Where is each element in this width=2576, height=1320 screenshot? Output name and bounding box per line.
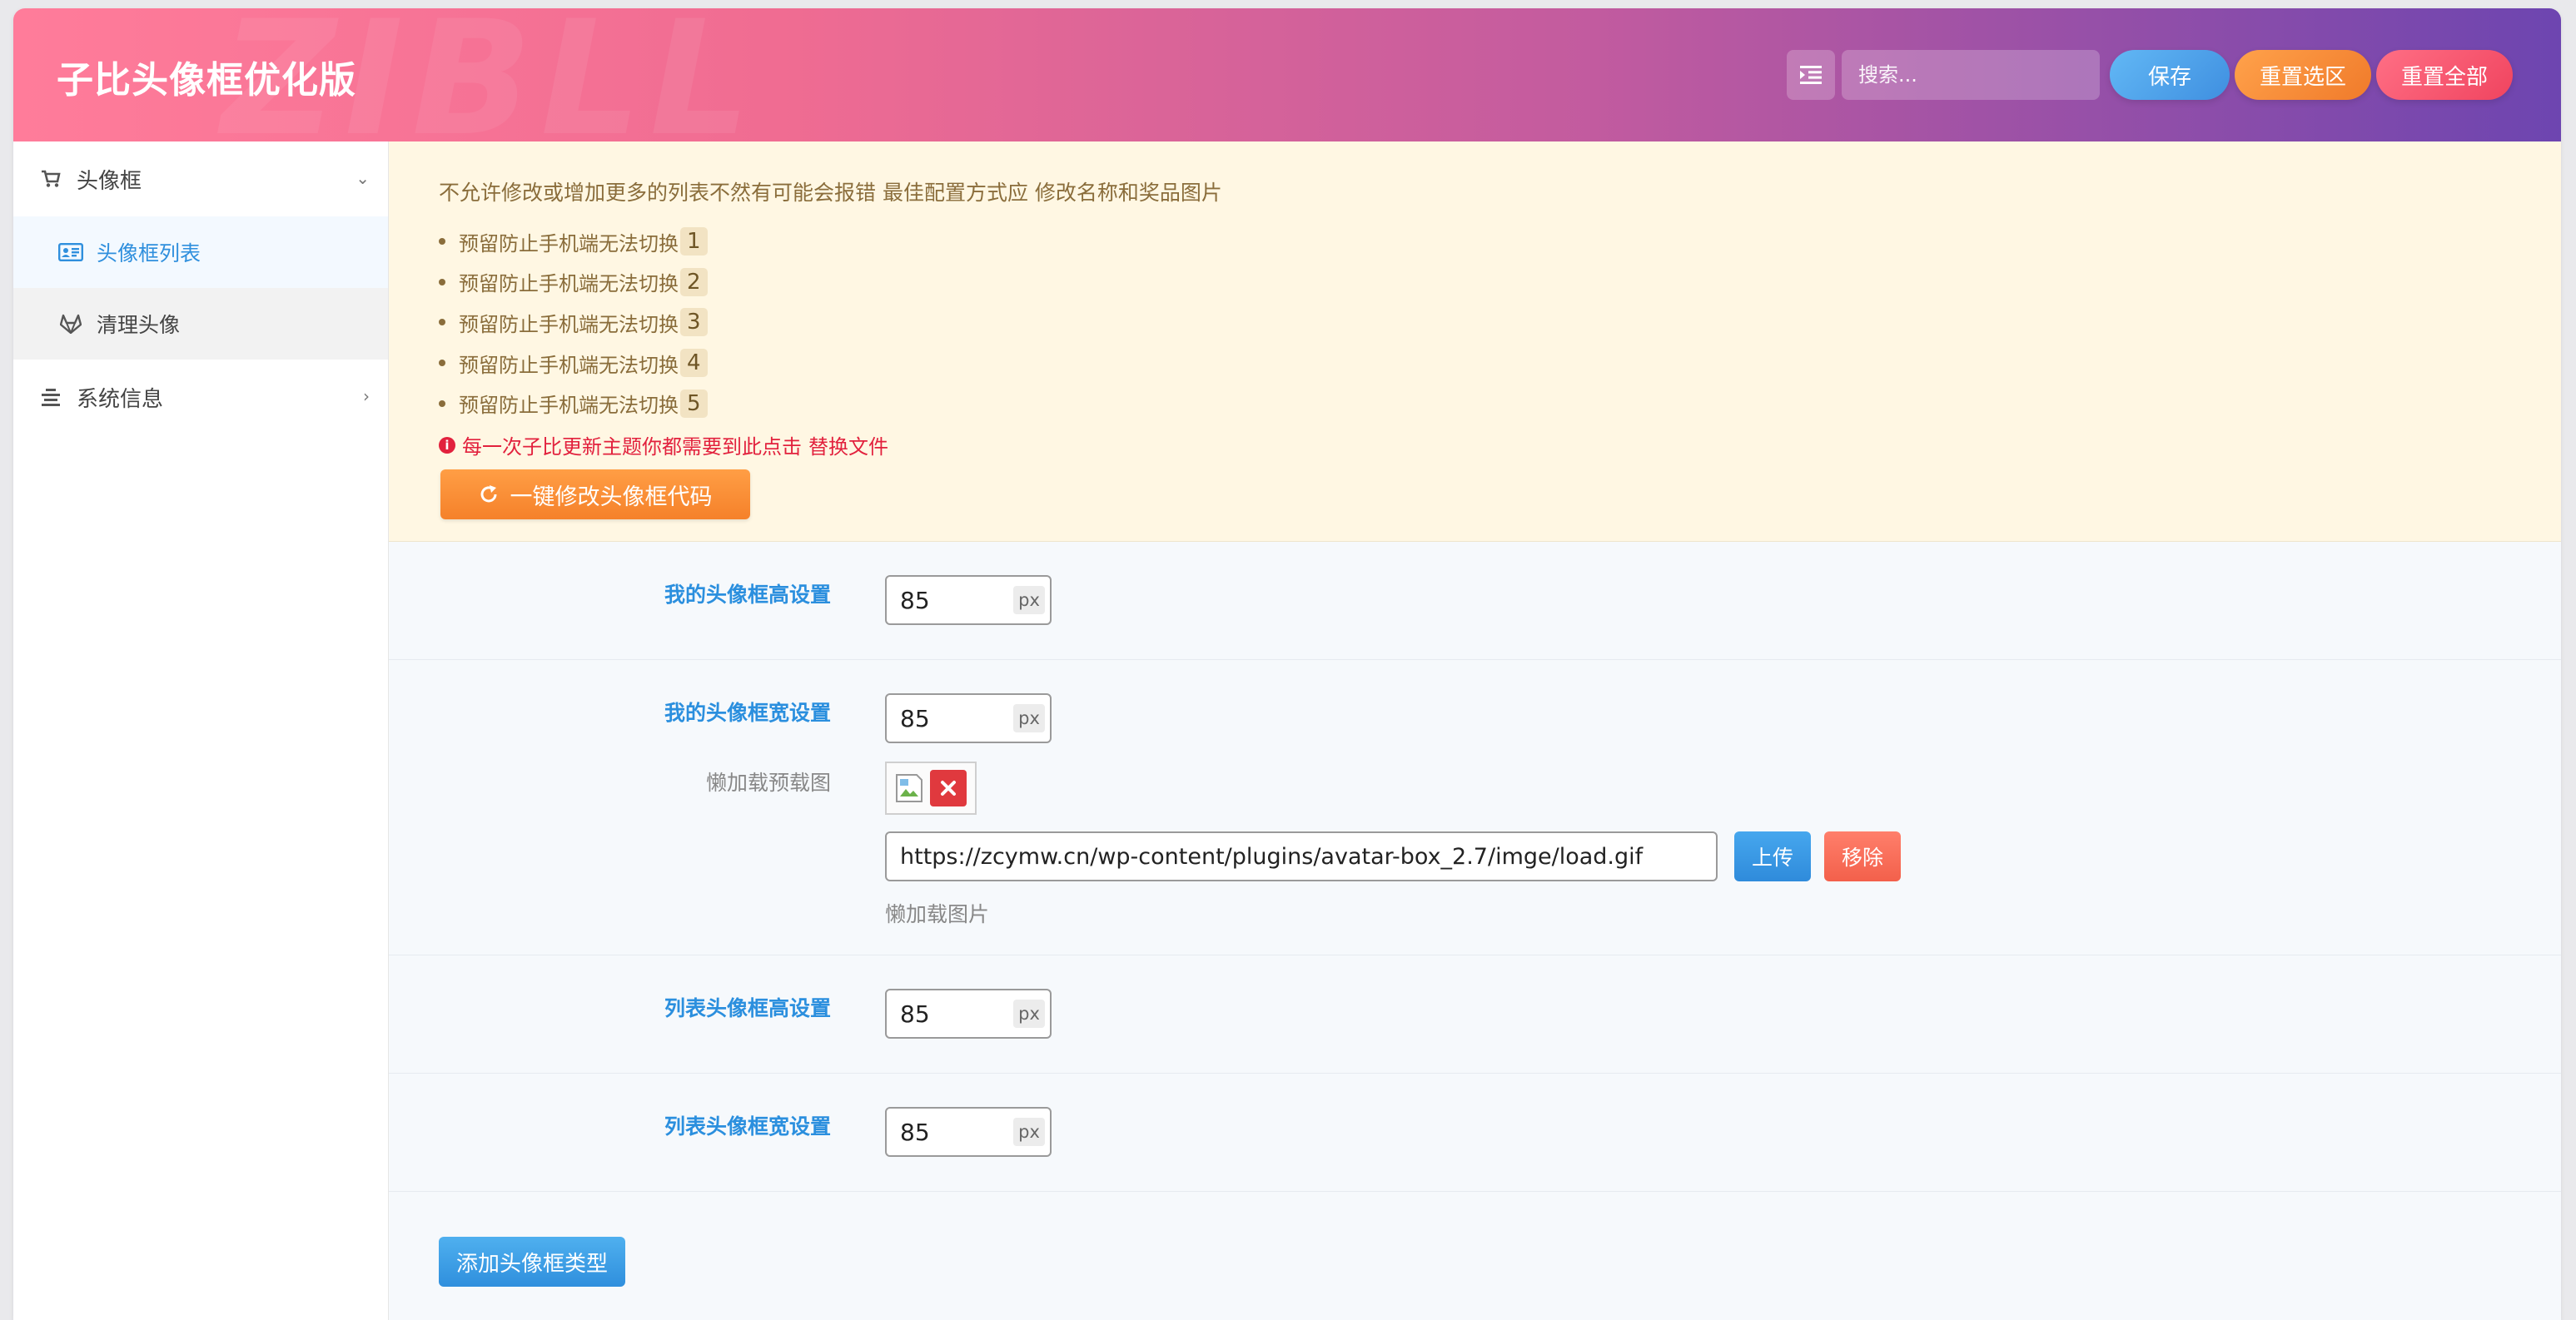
notice-text: 不允许修改或增加更多的列表不然有可能会报错 最佳配置方式应 修改名称和奖品图片 xyxy=(439,181,1222,205)
list-item-text: 预留防止手机端无法切换 xyxy=(459,231,679,256)
header: ZIBLL 子比头像框优化版 保存 重置选区 重置全部 xyxy=(13,8,2561,141)
list-width-input[interactable] xyxy=(887,1109,1003,1155)
chevron-right-icon: › xyxy=(363,386,370,406)
close-icon xyxy=(941,781,956,796)
delete-preview-button[interactable] xyxy=(930,770,967,806)
search-input[interactable] xyxy=(1842,50,2100,100)
sidebar-item-label: 清理头像 xyxy=(97,313,181,337)
field-label: 我的头像框宽设置 xyxy=(664,701,831,725)
list-item: 预留防止手机端无法切换 5 xyxy=(439,383,708,424)
bullet-icon xyxy=(439,278,445,285)
sidebar-group-label: 系统信息 xyxy=(77,386,164,412)
list-item-number: 1 xyxy=(680,227,708,256)
add-avatar-frame-type-button[interactable]: 添加头像框类型 xyxy=(439,1237,625,1287)
unit-label: px xyxy=(1013,1118,1045,1146)
sidebar-group-system-info[interactable]: 系统信息 › xyxy=(13,360,388,434)
sidebar-item-label: 头像框列表 xyxy=(97,241,201,265)
toggle-menu-button[interactable] xyxy=(1787,50,1835,100)
warning-line: i 每一次子比更新主题你都需要到此点击 替换文件 xyxy=(439,430,888,459)
list-height-input[interactable] xyxy=(887,990,1003,1037)
field-label: 我的头像框高设置 xyxy=(664,583,831,607)
chevron-down-icon: ⌄ xyxy=(356,168,370,188)
my-height-input[interactable] xyxy=(887,577,1003,623)
sidebar-group-avatar-frame[interactable]: 头像框 ⌄ xyxy=(13,141,388,216)
field-row-my-width: 我的头像框宽设置 px 懒加载预载图 xyxy=(389,660,2561,955)
sidebar-group-label: 头像框 xyxy=(77,168,142,194)
field-label: 列表头像框宽设置 xyxy=(664,1114,831,1139)
warning-text: 每一次子比更新主题你都需要到此点击 xyxy=(462,435,802,459)
field-label: 懒加载预载图 xyxy=(705,771,831,795)
field-row-list-width: 列表头像框宽设置 px xyxy=(389,1074,2561,1192)
save-button[interactable]: 保存 xyxy=(2110,50,2230,100)
upload-button[interactable]: 上传 xyxy=(1734,831,1811,881)
list-item: 预留防止手机端无法切换 1 xyxy=(439,221,708,262)
sidebar-item-avatar-frame-list[interactable]: 头像框列表 xyxy=(13,216,388,288)
list-item: 预留防止手机端无法切换 2 xyxy=(439,262,708,303)
notice-list: 预留防止手机端无法切换 1 预留防止手机端无法切换 2 预留防止手机端无法切换 3 预… xyxy=(439,221,708,424)
app-window: ZIBLL 子比头像框优化版 保存 重置选区 重置全部 xyxy=(13,8,2561,1320)
align-center-icon xyxy=(37,383,65,411)
my-width-input[interactable] xyxy=(887,695,1003,742)
indent-icon xyxy=(1800,66,1822,84)
list-item-number: 3 xyxy=(680,308,708,337)
list-item-text: 预留防止手机端无法切换 xyxy=(459,312,679,336)
app-title: 子比头像框优化版 xyxy=(57,59,356,102)
main-content: 不允许修改或增加更多的列表不然有可能会报错 最佳配置方式应 修改名称和奖品图片 … xyxy=(389,141,2561,1320)
field-row-list-height: 列表头像框高设置 px xyxy=(389,955,2561,1074)
list-item-number: 4 xyxy=(680,349,708,378)
my-height-input-wrapper: px xyxy=(885,575,1052,625)
reset-selection-button[interactable]: 重置选区 xyxy=(2235,50,2371,100)
reset-all-button[interactable]: 重置全部 xyxy=(2376,50,2513,100)
list-width-input-wrapper: px xyxy=(885,1107,1052,1157)
field-description: 懒加载图片 xyxy=(885,902,990,926)
info-icon: i xyxy=(439,436,455,454)
unit-label: px xyxy=(1013,1000,1045,1028)
sidebar-item-clear-avatar[interactable]: 清理头像 xyxy=(13,288,388,360)
bullet-icon xyxy=(439,319,445,326)
lazy-url-input[interactable] xyxy=(885,831,1718,881)
list-item-number: 2 xyxy=(680,267,708,296)
notice-panel: 不允许修改或增加更多的列表不然有可能会报错 最佳配置方式应 修改名称和奖品图片 … xyxy=(389,141,2561,542)
replace-file-link[interactable]: 替换文件 xyxy=(808,430,888,459)
my-width-input-wrapper: px xyxy=(885,693,1052,743)
remove-button[interactable]: 移除 xyxy=(1824,831,1901,881)
list-height-input-wrapper: px xyxy=(885,989,1052,1039)
list-item: 预留防止手机端无法切换 4 xyxy=(439,343,708,384)
unit-label: px xyxy=(1013,586,1045,614)
bullet-icon xyxy=(439,238,445,246)
list-item-text: 预留防止手机端无法切换 xyxy=(459,394,679,418)
cart-icon xyxy=(37,165,65,193)
lazy-preview-box xyxy=(885,762,977,815)
broken-image-icon xyxy=(895,773,923,803)
one-click-modify-button[interactable]: 一键修改头像框代码 xyxy=(440,469,750,519)
field-row-my-height: 我的头像框高设置 px xyxy=(389,542,2561,660)
bullet-icon xyxy=(439,399,445,407)
unit-label: px xyxy=(1013,704,1045,732)
list-item-text: 预留防止手机端无法切换 xyxy=(459,353,679,377)
list-item-text: 预留防止手机端无法切换 xyxy=(459,272,679,296)
gitlab-icon xyxy=(57,310,85,338)
field-label: 列表头像框高设置 xyxy=(664,996,831,1020)
bullet-icon xyxy=(439,360,445,367)
button-label: 一键修改头像框代码 xyxy=(510,484,713,510)
list-item-number: 5 xyxy=(680,389,708,418)
list-item: 预留防止手机端无法切换 3 xyxy=(439,302,708,343)
sidebar: 头像框 ⌄ 头像框列表 清理头像 系统信息 › xyxy=(13,141,389,1320)
id-card-icon xyxy=(57,238,85,266)
refresh-icon xyxy=(479,484,499,504)
